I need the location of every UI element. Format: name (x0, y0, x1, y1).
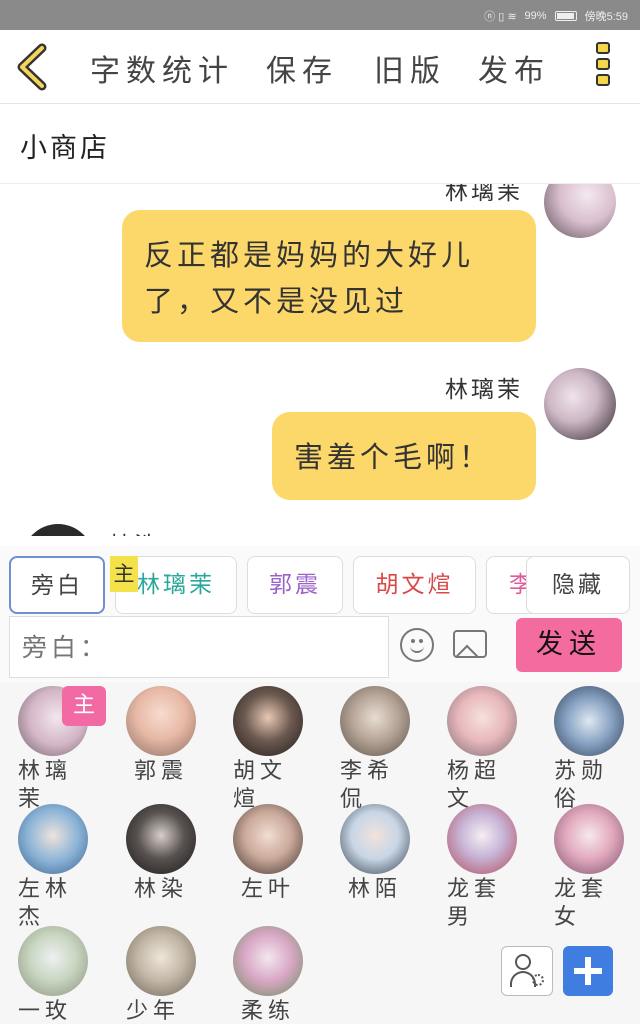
message-input[interactable] (9, 616, 389, 678)
character-name: 左叶 (240, 877, 295, 902)
message-bubble[interactable]: 害羞个毛啊！ (272, 412, 536, 500)
message-speaker-name: 林璃茉 (445, 184, 523, 205)
character-avatar (126, 926, 196, 996)
main-character-badge: 主 (62, 686, 106, 726)
character-avatar (18, 926, 88, 996)
character-avatar (340, 804, 410, 874)
more-menu-icon[interactable] (596, 42, 614, 92)
emoji-icon[interactable] (400, 628, 434, 662)
character-name: 龙套男 (447, 877, 502, 930)
main-character-marker: 主 (110, 556, 138, 592)
character-name: 少年 (126, 999, 181, 1024)
role-tabs: 旁白 林璃茉 郭震 胡文煊 李 隐藏 (0, 546, 640, 616)
character-name: 一玫 (18, 999, 73, 1024)
send-button[interactable]: 发送 (516, 618, 622, 672)
character-settings-icon[interactable] (501, 946, 553, 996)
old-version-button[interactable]: 旧版 (374, 46, 446, 90)
image-icon[interactable] (453, 630, 487, 658)
character-avatar (554, 686, 624, 756)
character-avatar (18, 804, 88, 874)
role-tab[interactable]: 旁白 (9, 556, 105, 614)
character-avatar (126, 804, 196, 874)
story-title-bar: 小商店 (0, 104, 640, 184)
character-name: 林陌 (347, 877, 402, 902)
top-toolbar: 字数统计 保存 旧版 发布 (0, 30, 640, 104)
character-avatar (126, 686, 196, 756)
character-avatar (233, 926, 303, 996)
message-speaker-name: 林璃茉 (445, 377, 523, 403)
character-name: 左林杰 (18, 877, 73, 930)
save-button[interactable]: 保存 (266, 46, 338, 90)
speaker-avatar[interactable] (544, 368, 616, 440)
composer-input-row: 发送 (0, 616, 640, 682)
message-speaker-name: 林浩 (108, 526, 160, 536)
back-chevron-icon[interactable] (14, 42, 54, 92)
role-tab[interactable]: 郭震 (247, 556, 343, 614)
message-bubble[interactable]: 反正都是妈妈的大好儿了，又不是没见过 (122, 210, 536, 342)
character-avatar (447, 804, 517, 874)
publish-button[interactable]: 发布 (478, 46, 550, 90)
battery-icon (554, 11, 577, 21)
battery-percent: 99% (524, 10, 547, 22)
character-avatar (233, 804, 303, 874)
word-count-button[interactable]: 字数统计 (90, 46, 234, 90)
role-tab[interactable]: 胡文煊 (353, 556, 476, 614)
chat-area[interactable]: 林璃茉 反正都是妈妈的大好儿了，又不是没见过 林璃茉 害羞个毛啊！ 林浩 (0, 184, 640, 536)
character-name: 龙套女 (554, 877, 609, 930)
story-title[interactable]: 小商店 (20, 126, 110, 165)
speaker-avatar[interactable] (22, 524, 94, 536)
character-name: 郭震 (133, 759, 188, 784)
hide-button[interactable]: 隐藏 (526, 556, 630, 614)
character-name: 林染 (133, 877, 188, 902)
character-avatar (233, 686, 303, 756)
speaker-avatar[interactable] (544, 184, 616, 238)
character-avatar (554, 804, 624, 874)
status-icons: ⓝ ▯ ≋ (484, 11, 517, 23)
character-avatar (340, 686, 410, 756)
status-time: 傍晚5:59 (584, 11, 628, 23)
add-character-icon[interactable] (563, 946, 613, 996)
status-bar: ⓝ ▯ ≋ 99% 傍晚5:59 (0, 0, 640, 30)
character-name: 柔练 (240, 999, 295, 1024)
character-avatar (447, 686, 517, 756)
